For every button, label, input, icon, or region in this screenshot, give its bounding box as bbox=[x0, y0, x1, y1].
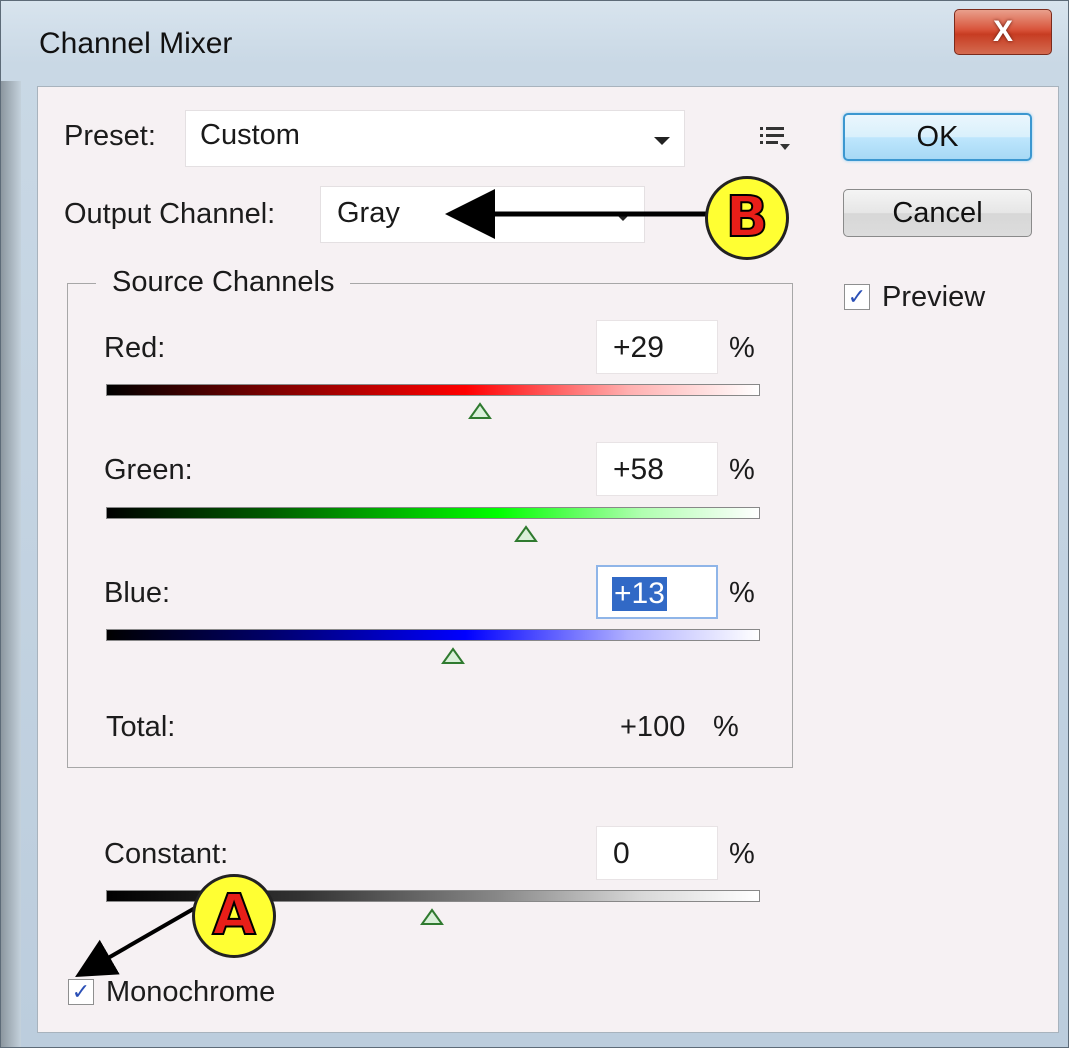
preset-dropdown[interactable]: Custom bbox=[185, 110, 685, 167]
check-icon: ✓ bbox=[847, 284, 867, 310]
source-channels-legend: Source Channels bbox=[96, 266, 351, 299]
constant-unit: % bbox=[729, 838, 755, 870]
red-unit: % bbox=[729, 332, 755, 364]
red-slider-thumb[interactable] bbox=[468, 402, 492, 420]
close-icon: X bbox=[992, 15, 1013, 48]
blue-value: +13 bbox=[612, 577, 667, 611]
constant-value: 0 bbox=[613, 837, 630, 870]
annotation-a-badge: A bbox=[192, 874, 276, 958]
green-value-input[interactable]: +58 bbox=[596, 442, 718, 496]
red-slider-track[interactable] bbox=[106, 384, 760, 396]
annotation-b-letter: B bbox=[725, 185, 770, 250]
window-title: Channel Mixer bbox=[39, 27, 233, 60]
output-channel-label: Output Channel: bbox=[64, 198, 276, 230]
blue-label: Blue: bbox=[104, 577, 171, 609]
preset-label: Preset: bbox=[64, 120, 156, 152]
annotation-b-badge: B bbox=[705, 176, 789, 260]
total-label: Total: bbox=[106, 711, 176, 743]
output-channel-dropdown[interactable]: Gray bbox=[320, 186, 645, 243]
green-value: +58 bbox=[613, 453, 664, 486]
constant-label: Constant: bbox=[104, 838, 229, 870]
constant-value-input[interactable]: 0 bbox=[596, 826, 718, 880]
annotation-a-letter: A bbox=[211, 883, 256, 948]
red-value: +29 bbox=[613, 331, 664, 364]
preview-checkbox[interactable]: ✓ bbox=[844, 284, 870, 310]
cancel-button[interactable]: Cancel bbox=[843, 189, 1032, 237]
blue-unit: % bbox=[729, 577, 755, 609]
preset-value: Custom bbox=[200, 119, 300, 151]
window-frame-edge bbox=[1, 81, 21, 1047]
green-slider-track[interactable] bbox=[106, 507, 760, 519]
green-slider-thumb[interactable] bbox=[514, 525, 538, 543]
total-unit: % bbox=[713, 711, 739, 743]
red-label: Red: bbox=[104, 332, 166, 364]
chevron-down-icon bbox=[654, 137, 670, 145]
preview-label: Preview bbox=[882, 281, 986, 313]
output-channel-value: Gray bbox=[337, 197, 400, 229]
chevron-down-icon bbox=[615, 213, 631, 221]
blue-slider-thumb[interactable] bbox=[441, 647, 465, 665]
monochrome-checkbox[interactable]: ✓ bbox=[68, 979, 94, 1005]
total-value: +100 bbox=[620, 711, 686, 743]
green-label: Green: bbox=[104, 454, 193, 486]
check-icon: ✓ bbox=[71, 979, 91, 1005]
blue-slider-track[interactable] bbox=[106, 629, 760, 641]
blue-value-input[interactable]: +13 bbox=[596, 565, 718, 619]
green-unit: % bbox=[729, 454, 755, 486]
constant-slider-thumb[interactable] bbox=[420, 908, 444, 926]
red-value-input[interactable]: +29 bbox=[596, 320, 718, 374]
ok-button[interactable]: OK bbox=[843, 113, 1032, 161]
close-button[interactable]: X bbox=[954, 9, 1052, 55]
preset-options-menu-icon[interactable] bbox=[758, 124, 792, 154]
monochrome-label: Monochrome bbox=[106, 976, 276, 1008]
